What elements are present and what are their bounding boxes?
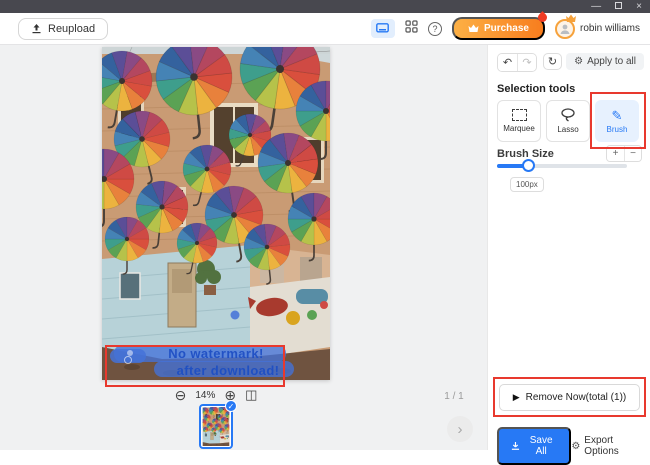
plus-icon[interactable]: +	[607, 146, 624, 161]
brush-icon: ✎	[612, 109, 623, 122]
photo-image[interactable]: No watermark! after download!	[102, 47, 330, 380]
help-icon[interactable]: ?	[428, 22, 442, 36]
export-options-button[interactable]: ⚙ Export Options	[571, 435, 643, 457]
maximize-icon[interactable]	[615, 0, 622, 13]
flame-badge-icon	[536, 11, 549, 24]
brush-size-label: Brush Size	[497, 148, 554, 160]
right-panel: ↶ ↷ ↻ ⚙ Apply to all Selection tools Mar…	[487, 45, 650, 450]
window-titlebar: — ×	[0, 0, 650, 13]
brush-size-value: 100px	[510, 177, 544, 192]
purchase-button[interactable]: Purchase	[452, 17, 545, 40]
screen-mode-icon[interactable]	[371, 19, 395, 38]
minus-icon[interactable]: −	[624, 146, 641, 161]
apply-to-all-label: Apply to all	[587, 56, 636, 67]
brush-label: Brush	[607, 125, 628, 134]
undo-icon[interactable]: ↶	[498, 54, 517, 71]
umbrella-street-photo	[102, 47, 330, 380]
username-label: robin williams	[580, 23, 640, 34]
selected-check-icon: ✓	[225, 400, 237, 412]
upload-icon	[31, 23, 42, 34]
marquee-label: Marquee	[503, 124, 535, 133]
save-all-button[interactable]: Save All	[497, 427, 571, 465]
image-thumbnail[interactable]: ✓	[199, 404, 233, 449]
next-page-button[interactable]: ›	[447, 416, 473, 442]
brush-size-slider[interactable]	[497, 164, 627, 168]
tool-brush-button[interactable]: ✎ Brush	[595, 100, 639, 142]
redo-icon[interactable]: ↷	[517, 54, 536, 71]
zoom-out-icon[interactable]: ⊖	[175, 388, 187, 402]
compare-view-icon[interactable]: ◫	[245, 387, 257, 403]
editor-canvas[interactable]: No watermark! after download! ⊖ 14% ⊕ ◫ …	[0, 45, 487, 450]
user-account[interactable]: robin williams	[555, 19, 640, 39]
avatar-crown-icon	[565, 14, 577, 23]
selection-tools: Marquee Lasso ✎ Brush	[497, 100, 639, 142]
tool-marquee-button[interactable]: Marquee	[497, 100, 541, 142]
reupload-label: Reupload	[48, 23, 95, 35]
panel-bottom-actions: Save All ⚙ Export Options	[497, 427, 643, 465]
grid-apps-icon[interactable]	[405, 20, 418, 38]
marquee-icon	[512, 109, 527, 121]
zoom-toolbar: ⊖ 14% ⊕ ◫	[102, 387, 330, 403]
lasso-icon	[560, 108, 576, 122]
brush-size-stepper: + −	[606, 145, 642, 162]
reupload-button[interactable]: Reupload	[18, 18, 108, 40]
purchase-label: Purchase	[484, 23, 529, 34]
slider-handle[interactable]	[522, 159, 535, 172]
tool-lasso-button[interactable]: Lasso	[546, 100, 590, 142]
person-icon	[559, 23, 571, 35]
remove-now-button[interactable]: ▶ Remove Now(total (1))	[499, 384, 640, 411]
history-controls: ↶ ↷ ↻	[497, 53, 562, 72]
refresh-icon[interactable]: ↻	[543, 53, 562, 70]
selection-tools-title: Selection tools	[497, 83, 575, 95]
crown-icon	[468, 24, 479, 33]
close-icon[interactable]: ×	[636, 0, 642, 13]
minimize-icon[interactable]: —	[591, 0, 601, 13]
lasso-label: Lasso	[557, 125, 578, 134]
save-all-label: Save All	[525, 435, 557, 457]
remove-now-label: Remove Now(total (1))	[526, 392, 627, 403]
app-toolbar: Reupload ? Purchase robin williams	[0, 13, 650, 45]
gear-icon: ⚙	[574, 56, 583, 67]
zoom-level: 14%	[195, 390, 215, 401]
apply-to-all-button[interactable]: ⚙ Apply to all	[566, 53, 644, 70]
export-options-label: Export Options	[584, 435, 643, 457]
page-indicator: 1 / 1	[428, 391, 480, 402]
play-icon: ▶	[513, 392, 520, 403]
